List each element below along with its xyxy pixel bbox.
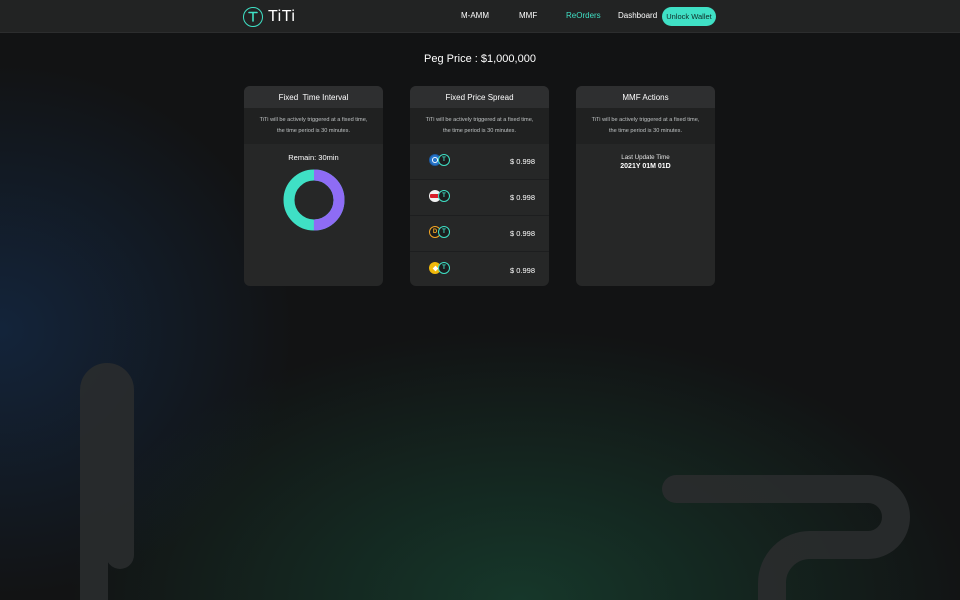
countdown-donut-chart <box>283 169 344 231</box>
spread-price: $ 0.998 <box>509 229 535 238</box>
last-update-value: 2021Y 01M 01D <box>620 163 671 170</box>
spread-row[interactable]: T $ 0.998 <box>410 180 549 216</box>
card-description-line: the time period is 30 minutes. <box>276 128 351 134</box>
fixed-price-spread-card: Fixed Price Spread TiTi will be actively… <box>410 86 549 286</box>
nav-item-mmf[interactable]: MMF <box>519 11 537 20</box>
peg-price-heading: Peg Price : $1,000,000 <box>424 53 536 65</box>
card-description-line: TiTi will be actively triggered at a fix… <box>425 117 534 123</box>
card-description: TiTi will be actively triggered at a fix… <box>576 108 715 144</box>
titi-token-icon: T <box>438 190 450 202</box>
brand-logo[interactable]: TiTi <box>243 6 295 27</box>
card-title: Fixed Time Interval <box>244 86 383 108</box>
titi-token-icon: T <box>438 226 450 238</box>
brand-name: TiTi <box>268 7 296 25</box>
titi-token-icon: T <box>438 262 450 274</box>
nav-item-m-amm[interactable]: M-AMM <box>461 11 489 20</box>
remain-time-label: Remain: 30min <box>288 153 339 162</box>
top-navbar: TiTi M-AMM MMF ReOrders Dashboard Unlock… <box>0 0 960 33</box>
titi-token-icon: T <box>438 154 450 166</box>
token-pair: D T <box>429 226 451 238</box>
card-description-line: TiTi will be actively triggered at a fix… <box>259 117 368 123</box>
token-pair: T <box>429 190 451 202</box>
mmf-actions-card: MMF Actions TiTi will be actively trigge… <box>576 86 715 286</box>
spread-price: $ 0.998 <box>509 265 535 275</box>
card-description-line: the time period is 30 minutes. <box>442 128 517 134</box>
spread-row[interactable]: T $ 0.998 <box>410 144 549 180</box>
card-description: TiTi will be actively triggered at a fix… <box>244 108 383 144</box>
unlock-wallet-button[interactable]: Unlock Wallet <box>662 7 716 26</box>
token-pair: T <box>429 154 451 166</box>
nav-item-reorders[interactable]: ReOrders <box>566 11 601 20</box>
spread-row[interactable]: T $ 0.998 <box>410 252 549 286</box>
nav-item-dashboard[interactable]: Dashboard <box>618 11 657 20</box>
spread-price: $ 0.998 <box>509 193 535 202</box>
spread-price: $ 0.998 <box>509 157 535 166</box>
card-description-line: the time period is 30 minutes. <box>608 128 683 134</box>
fixed-time-interval-card: Fixed Time Interval TiTi will be activel… <box>244 86 383 286</box>
token-pair: T <box>429 262 451 274</box>
titi-logo-icon <box>243 6 263 27</box>
card-description: TiTi will be actively triggered at a fix… <box>410 108 549 144</box>
card-description-line: TiTi will be actively triggered at a fix… <box>591 117 700 123</box>
card-title: MMF Actions <box>576 86 715 108</box>
last-update-label: Last Update Time <box>621 154 670 161</box>
card-title: Fixed Price Spread <box>410 86 549 108</box>
spread-row[interactable]: D T $ 0.998 <box>410 216 549 252</box>
